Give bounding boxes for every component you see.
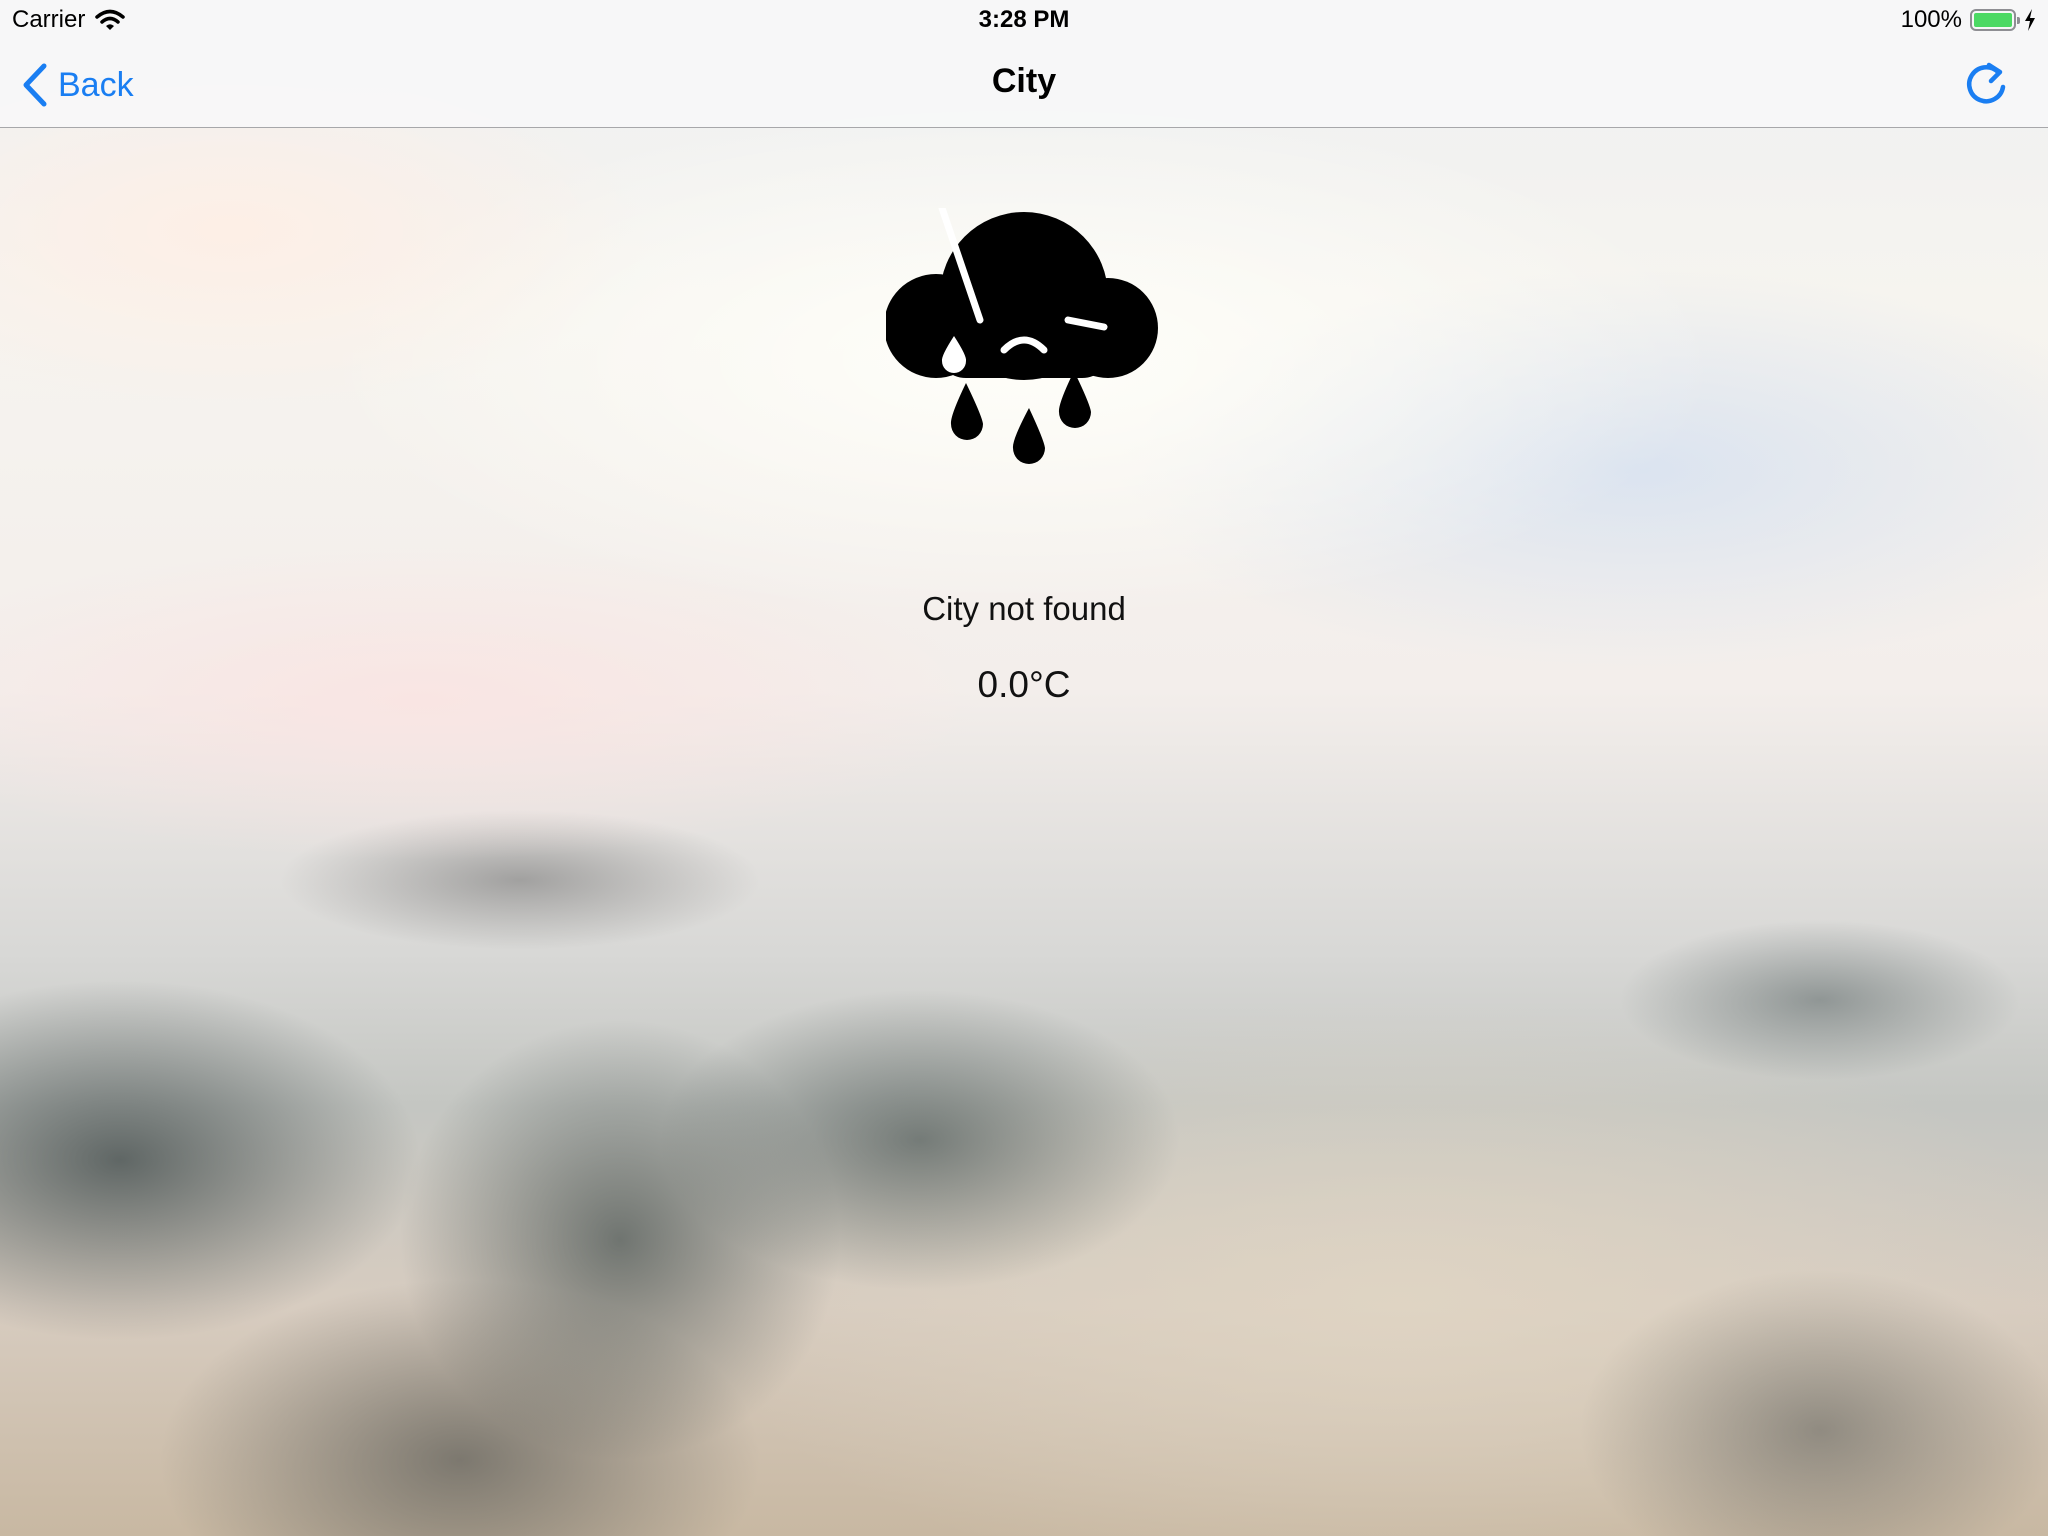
status-bar: Carrier 3:28 PM 100% [0,0,2048,40]
battery-cap [2017,17,2020,24]
screen: Back City Carrier 3:28 PM 100% City not … [0,0,2048,1536]
city-name: City not found [922,590,1126,627]
status-time: 3:28 PM [978,6,1070,33]
battery-icon [1970,9,2020,31]
sad-rain-cloud-icon [886,208,1158,464]
temperature: 0.0°C [977,664,1071,705]
battery-level [1974,13,2012,27]
refresh-button[interactable] [1962,60,2012,110]
bolt-icon [2025,9,2035,31]
nav-title: City [991,62,1057,100]
battery-percent: 100% [1900,6,1962,33]
battery-group: 100% [1901,6,2036,34]
refresh-icon [1966,62,2006,104]
